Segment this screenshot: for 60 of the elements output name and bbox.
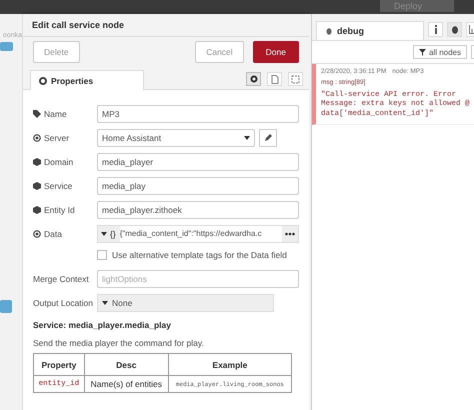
field-label: Entity Id bbox=[44, 205, 75, 215]
description-button[interactable] bbox=[267, 72, 282, 86]
table-cell: Name(s) of entities bbox=[84, 376, 168, 392]
column-header: Desc bbox=[84, 354, 168, 376]
flow-node-icon[interactable] bbox=[0, 300, 14, 314]
checkbox[interactable] bbox=[97, 250, 107, 260]
checkbox-label: Use alternative template tags for the Data field bbox=[112, 250, 287, 260]
output-location-dropdown[interactable]: None bbox=[97, 294, 274, 312]
cube-icon bbox=[33, 182, 41, 190]
server-dropdown[interactable]: Home Assistant bbox=[97, 129, 255, 147]
caret-icon bbox=[102, 301, 108, 305]
filter-icon bbox=[418, 48, 426, 56]
appearance-button[interactable] bbox=[288, 72, 303, 86]
frame-icon bbox=[291, 74, 300, 84]
filter-button[interactable]: all nodes bbox=[412, 45, 467, 59]
field-label: Domain bbox=[44, 157, 74, 167]
data-value: {"media_content_id":"https://edwardha.c bbox=[120, 226, 282, 242]
debug-button[interactable] bbox=[447, 22, 462, 36]
settings-button[interactable] bbox=[246, 72, 261, 86]
gear-icon bbox=[250, 75, 258, 83]
service-heading: Service: media_player.media_play bbox=[33, 320, 172, 330]
bug-icon bbox=[325, 27, 333, 35]
field-label: Service bbox=[44, 181, 72, 191]
tab-label: Properties bbox=[51, 76, 94, 86]
tab-label: debug bbox=[337, 26, 364, 36]
pencil-icon bbox=[264, 134, 272, 142]
info-icon bbox=[434, 24, 438, 34]
properties-tab[interactable]: Properties bbox=[30, 70, 144, 90]
more-icon bbox=[285, 232, 295, 236]
service-description: Send the media player the command for play. bbox=[33, 338, 205, 348]
dialog-title: Edit call service node bbox=[23, 14, 309, 37]
caret-icon bbox=[244, 136, 250, 140]
bug-icon bbox=[450, 24, 458, 34]
field-label: Data bbox=[44, 229, 62, 239]
flow-node-icon[interactable] bbox=[0, 42, 14, 52]
field-label: Server bbox=[44, 133, 70, 143]
cube-icon bbox=[33, 158, 41, 166]
done-button[interactable]: Done bbox=[252, 41, 299, 63]
gear-icon bbox=[39, 76, 47, 84]
edit-button[interactable] bbox=[259, 129, 277, 147]
cube-icon bbox=[33, 206, 41, 214]
document-icon bbox=[270, 74, 278, 84]
target-icon bbox=[33, 134, 41, 142]
field-label: Output Location bbox=[33, 298, 94, 308]
tag-icon bbox=[33, 110, 41, 118]
data-field[interactable]: {} {"media_content_id":"https://edwardha.c bbox=[97, 225, 299, 243]
column-header: Example bbox=[168, 354, 292, 376]
caret-icon bbox=[101, 232, 107, 236]
type-label: {} bbox=[110, 229, 116, 239]
info-button[interactable] bbox=[428, 22, 443, 36]
text-field[interactable]: media_player.zithoek bbox=[97, 201, 299, 219]
text-field[interactable]: media_play bbox=[97, 177, 299, 195]
text-field[interactable]: MP3 bbox=[97, 105, 299, 123]
column-header: Property bbox=[34, 354, 84, 376]
dropdown-value: None bbox=[112, 298, 132, 308]
field-label: Name bbox=[44, 109, 67, 119]
target-icon bbox=[33, 230, 41, 238]
field-label: Merge Context bbox=[33, 274, 89, 284]
debug-tab[interactable]: debug bbox=[316, 21, 424, 40]
text-field[interactable]: media_player bbox=[97, 153, 299, 171]
